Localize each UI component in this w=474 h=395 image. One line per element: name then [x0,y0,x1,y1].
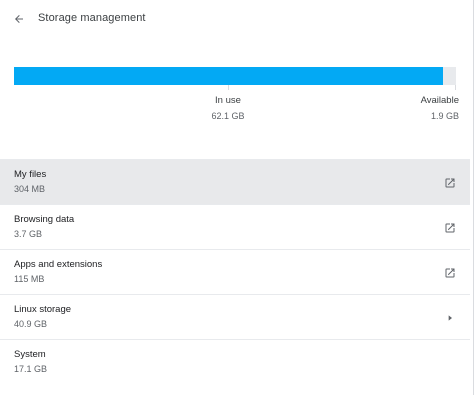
page-header: Storage management [0,0,473,38]
open-in-new-icon [445,223,455,233]
storage-item-name: Browsing data [14,214,75,225]
storage-item-name: Apps and extensions [14,259,103,270]
storage-item-apps-and-extensions[interactable]: Apps and extensions 115 MB [0,249,470,294]
in-use-label: In use [215,95,241,106]
available-value: 1.9 GB [430,111,459,121]
storage-item-my-files[interactable]: My files 304 MB [0,159,470,204]
open-in-new-button[interactable] [440,218,460,238]
in-use-stat: In use 62.1 GB [198,95,258,121]
page-title: Storage management [38,12,146,24]
storage-item-name: My files [14,169,47,180]
storage-item-linux-storage[interactable]: Linux storage 40.9 GB [0,294,470,339]
storage-item-system: System 17.1 GB [0,339,470,384]
in-use-value: 62.1 GB [211,111,245,121]
storage-item-size: 3.7 GB [14,229,43,239]
available-label: Available [420,95,459,106]
storage-item-size: 40.9 GB [14,319,48,329]
open-in-new-icon [445,178,455,188]
storage-item-name: Linux storage [14,304,72,315]
chevron-right-button[interactable] [440,308,460,328]
storage-item-name: System [14,349,46,360]
storage-management-page: Storage management In use 62.1 GB Availa… [0,0,474,395]
in-use-tick [228,85,229,90]
available-tick [455,85,456,90]
open-in-new-button[interactable] [440,173,460,193]
storage-item-browsing-data[interactable]: Browsing data 3.7 GB [0,204,470,249]
open-in-new-icon [445,268,455,278]
storage-item-size: 115 MB [14,274,45,284]
arrow-back-icon [15,15,23,23]
available-stat: Available 1.9 GB [399,95,459,121]
chevron-right-icon [448,315,452,321]
open-in-new-button[interactable] [440,263,460,283]
back-button[interactable] [9,9,29,29]
storage-usage-bar [14,67,456,85]
storage-item-size: 304 MB [14,184,46,194]
storage-usage-bar-fill [14,67,443,85]
storage-items-list: My files 304 MB Browsing data 3.7 GB App… [0,159,470,384]
storage-item-size: 17.1 GB [14,364,48,374]
